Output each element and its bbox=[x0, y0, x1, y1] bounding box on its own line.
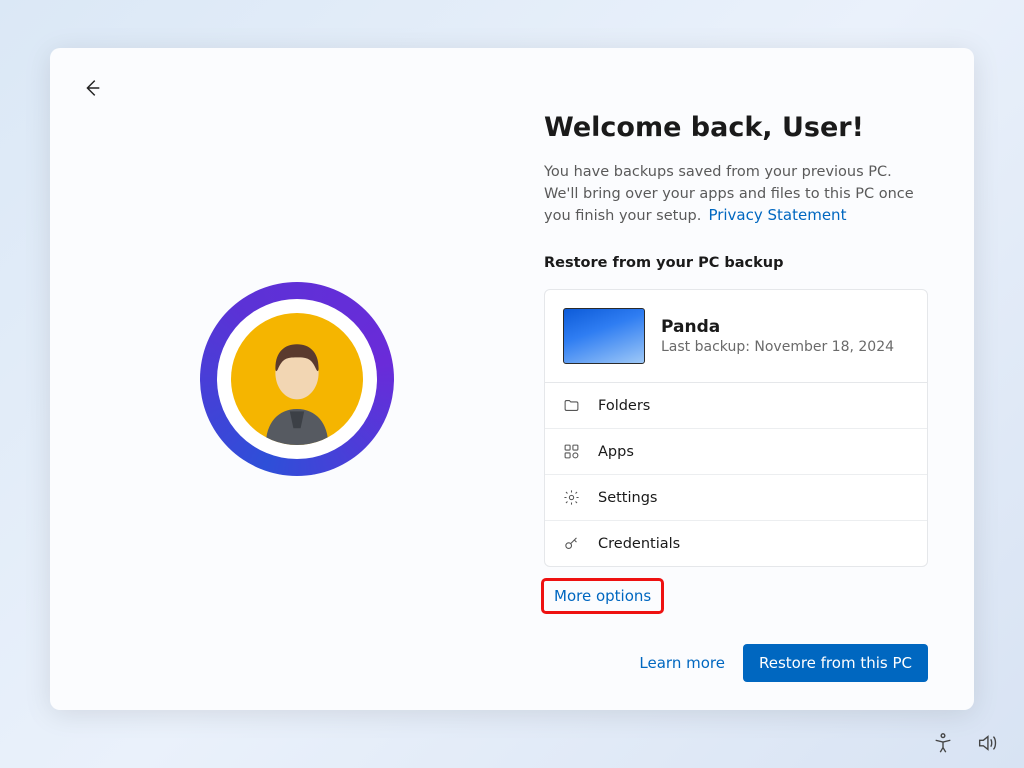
avatar bbox=[231, 313, 363, 445]
backup-item-apps[interactable]: Apps bbox=[545, 429, 927, 475]
backup-pc-header[interactable]: Panda Last backup: November 18, 2024 bbox=[545, 290, 927, 383]
avatar-white bbox=[217, 299, 377, 459]
backup-item-settings[interactable]: Settings bbox=[545, 475, 927, 521]
back-button[interactable] bbox=[74, 70, 110, 106]
learn-more-link[interactable]: Learn more bbox=[639, 654, 725, 672]
system-tray bbox=[932, 732, 998, 754]
page-title: Welcome back, User! bbox=[544, 112, 928, 143]
backup-panel: Panda Last backup: November 18, 2024 Fol… bbox=[544, 289, 928, 567]
avatar-pane bbox=[50, 48, 544, 710]
avatar-ring bbox=[200, 282, 394, 476]
restore-button[interactable]: Restore from this PC bbox=[743, 644, 928, 682]
privacy-statement-link[interactable]: Privacy Statement bbox=[708, 206, 846, 224]
accessibility-icon[interactable] bbox=[932, 732, 954, 754]
backup-item-label: Settings bbox=[598, 490, 657, 506]
settings-icon bbox=[563, 489, 580, 506]
pc-last-backup: Last backup: November 18, 2024 bbox=[661, 339, 894, 355]
backup-item-label: Folders bbox=[598, 398, 650, 414]
pc-name: Panda bbox=[661, 317, 894, 337]
backup-item-folders[interactable]: Folders bbox=[545, 383, 927, 429]
apps-icon bbox=[563, 443, 580, 460]
backup-item-label: Credentials bbox=[598, 536, 680, 552]
restore-section-label: Restore from your PC backup bbox=[544, 255, 928, 271]
more-options-link[interactable]: More options bbox=[544, 581, 661, 611]
arrow-left-icon bbox=[81, 77, 103, 99]
key-icon bbox=[563, 535, 580, 552]
oobe-card: Welcome back, User! You have backups sav… bbox=[50, 48, 974, 710]
backup-item-label: Apps bbox=[598, 444, 634, 460]
backup-item-credentials[interactable]: Credentials bbox=[545, 521, 927, 566]
volume-icon[interactable] bbox=[976, 732, 998, 754]
folder-icon bbox=[563, 397, 580, 414]
pc-thumbnail bbox=[563, 308, 645, 364]
avatar-person-icon bbox=[237, 325, 357, 445]
content-pane: Welcome back, User! You have backups sav… bbox=[544, 48, 974, 710]
page-description: You have backups saved from your previou… bbox=[544, 161, 928, 227]
footer: Learn more Restore from this PC bbox=[544, 626, 928, 682]
